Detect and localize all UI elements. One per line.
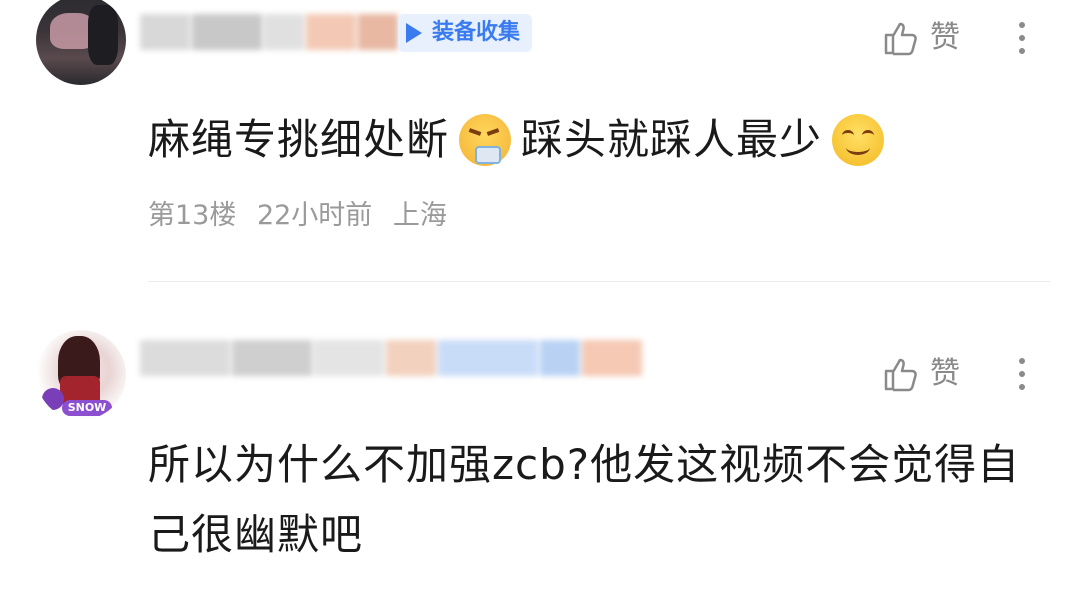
avatar-badge-icon — [42, 388, 64, 410]
avatar-badge-label: SNOW — [62, 400, 112, 416]
comment-item: SNOW 赞 所以为什么不加强zcb?他发这视频不会觉得自己很幽默吧 — [0, 282, 1080, 608]
comment-item: 装备收集 赞 麻绳专挑细处断 踩头就踩人最少 第13楼 22小时前 上海 — [0, 0, 1080, 282]
floor-number: 第13楼 — [148, 200, 237, 231]
equipment-collect-tag[interactable]: 装备收集 — [398, 14, 533, 52]
username-blurred[interactable] — [140, 14, 400, 56]
smiling-face-icon — [832, 114, 885, 166]
comment-meta: 第13楼 22小时前 上海 — [148, 196, 459, 236]
username-blurred[interactable] — [140, 340, 700, 382]
timestamp: 22小时前 — [256, 200, 373, 231]
avatar[interactable]: SNOW — [36, 330, 126, 420]
tag-label: 装备收集 — [432, 20, 521, 45]
dot — [1019, 35, 1025, 41]
angry-face-icon — [459, 114, 512, 166]
like-label: 赞 — [930, 356, 960, 391]
comment-text: 麻绳专挑细处断 踩头就踩人最少 — [148, 110, 894, 170]
like-label: 赞 — [930, 20, 960, 55]
dot — [1019, 371, 1025, 377]
like-button[interactable]: 赞 — [880, 352, 960, 396]
comment-text-part: 踩头就踩人最少 — [521, 115, 823, 164]
thumbs-up-icon — [884, 22, 917, 56]
thumbs-up-icon — [884, 358, 917, 392]
avatar-shade — [88, 5, 118, 65]
comment-text: 所以为什么不加强zcb?他发这视频不会觉得自己很幽默吧 — [148, 440, 1021, 559]
dot — [1019, 384, 1025, 390]
dot — [1019, 22, 1025, 28]
dot — [1019, 48, 1025, 54]
avatar[interactable] — [36, 0, 126, 85]
play-arrow-icon — [406, 23, 422, 43]
location: 上海 — [392, 200, 447, 231]
more-options-button[interactable] — [1010, 352, 1034, 396]
like-button[interactable]: 赞 — [880, 16, 960, 60]
more-options-button[interactable] — [1010, 16, 1034, 60]
comment-text-part: 麻绳专挑细处断 — [148, 115, 450, 164]
dot — [1019, 358, 1025, 364]
